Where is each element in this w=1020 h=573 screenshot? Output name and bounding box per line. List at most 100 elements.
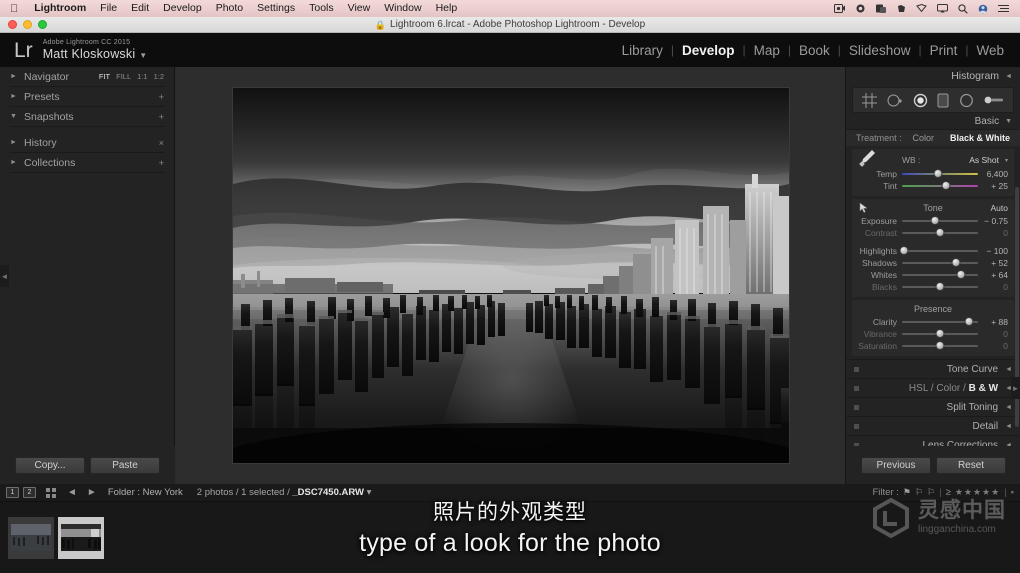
camera-icon[interactable]	[855, 4, 866, 13]
chevron-left-icon[interactable]: ◄	[1005, 366, 1012, 373]
chevron-down-icon[interactable]: ▾	[367, 487, 372, 498]
dropbox-icon[interactable]	[916, 4, 927, 13]
filmstrip-thumb-1[interactable]	[8, 516, 54, 559]
temp-value[interactable]: 6,400	[978, 169, 1008, 179]
adjustment-brush-icon[interactable]	[984, 94, 1004, 106]
section-toggle-dot[interactable]	[854, 423, 859, 429]
contrast-knob[interactable]	[935, 228, 945, 237]
slider-contrast[interactable]: Contrast 0	[858, 227, 1008, 239]
screen-2-badge[interactable]: 2	[23, 487, 36, 498]
vibrance-value[interactable]: 0	[978, 329, 1008, 339]
user-icon[interactable]	[978, 4, 988, 14]
selected-filename[interactable]: _DSC7450.ARW	[292, 487, 364, 498]
rating-stars[interactable]: ★★★★★	[955, 487, 1000, 498]
paste-button[interactable]: Paste	[90, 456, 160, 474]
flag-reject-icon[interactable]: ⚐	[927, 487, 935, 498]
graduated-filter-icon[interactable]	[937, 93, 949, 108]
menu-item-develop[interactable]: Develop	[156, 0, 209, 17]
color-label-icon[interactable]: ▪	[1011, 487, 1014, 498]
eyedropper-icon[interactable]	[856, 147, 878, 174]
whites-value[interactable]: + 64	[978, 270, 1008, 280]
section-toggle-dot[interactable]	[854, 366, 859, 372]
exposure-value[interactable]: − 0.75	[978, 216, 1008, 226]
close-icon[interactable]: ×	[159, 138, 164, 148]
menu-item-view[interactable]: View	[341, 0, 378, 17]
spot-removal-icon[interactable]	[887, 93, 903, 108]
module-map[interactable]: Map	[746, 43, 788, 58]
chevron-right-icon[interactable]: ►	[10, 139, 24, 146]
source-folder-label[interactable]: Folder : New York	[108, 487, 183, 498]
whites-track[interactable]	[902, 269, 978, 281]
chevron-left-icon[interactable]: ◄	[1005, 73, 1012, 80]
exposure-track[interactable]	[902, 215, 978, 227]
panel-history[interactable]: ► History ×	[10, 133, 164, 153]
shadows-value[interactable]: + 52	[978, 258, 1008, 268]
chevron-down-icon[interactable]: ▾	[1005, 157, 1008, 164]
tint-track[interactable]	[902, 180, 978, 192]
chevron-left-icon[interactable]: ◄	[1005, 404, 1012, 411]
shadows-knob[interactable]	[951, 258, 961, 267]
image-viewer[interactable]	[176, 67, 845, 484]
highlights-value[interactable]: − 100	[978, 246, 1008, 256]
tone-auto-button[interactable]: Auto	[991, 202, 1009, 215]
section-split-toning[interactable]: Split Toning ◄	[846, 397, 1020, 416]
menu-item-file[interactable]: File	[93, 0, 124, 17]
evernote-icon[interactable]	[897, 4, 906, 13]
temp-track[interactable]	[902, 168, 978, 180]
treatment-color-option[interactable]: Color	[912, 133, 934, 143]
module-print[interactable]: Print	[922, 43, 966, 58]
slider-shadows[interactable]: Shadows + 52	[858, 257, 1008, 269]
section-toggle-dot[interactable]	[854, 385, 859, 391]
blacks-value[interactable]: 0	[978, 282, 1008, 292]
module-library[interactable]: Library	[614, 43, 671, 58]
airplay-icon[interactable]	[937, 4, 948, 13]
clarity-knob[interactable]	[964, 317, 974, 326]
menu-item-photo[interactable]: Photo	[209, 0, 250, 17]
contrast-value[interactable]: 0	[978, 228, 1008, 238]
module-book[interactable]: Book	[791, 43, 838, 58]
exposure-knob[interactable]	[930, 216, 940, 225]
shadows-track[interactable]	[902, 257, 978, 269]
forward-arrow-icon[interactable]: ►	[87, 487, 97, 498]
navigator-mode-fill[interactable]: FILL	[116, 72, 131, 81]
vibrance-knob[interactable]	[935, 329, 945, 338]
module-develop[interactable]: Develop	[674, 43, 743, 58]
section-toggle-dot[interactable]	[854, 404, 859, 410]
chevron-down-icon[interactable]: ▼	[1005, 118, 1012, 125]
bw-label[interactable]: B & W	[969, 383, 998, 394]
menu-item-edit[interactable]: Edit	[124, 0, 156, 17]
chevron-right-icon[interactable]: ►	[10, 73, 24, 80]
slider-saturation[interactable]: Saturation 0	[858, 340, 1008, 352]
module-slideshow[interactable]: Slideshow	[841, 43, 919, 58]
saturation-value[interactable]: 0	[978, 341, 1008, 351]
highlights-track[interactable]	[899, 245, 978, 257]
menu-item-settings[interactable]: Settings	[250, 0, 302, 17]
tint-knob[interactable]	[941, 181, 951, 190]
highlights-knob[interactable]	[899, 246, 909, 255]
reset-button[interactable]: Reset	[936, 456, 1006, 474]
chevron-right-icon[interactable]: ►	[10, 93, 24, 100]
right-panel-collapse-arrow[interactable]: ►	[1011, 377, 1020, 399]
rating-operator[interactable]: ≥	[946, 487, 951, 498]
temp-knob[interactable]	[933, 169, 943, 178]
copy-button[interactable]: Copy...	[15, 456, 85, 474]
navigator-mode-1-1[interactable]: 1:1	[137, 72, 147, 81]
apple-icon[interactable]: 	[10, 3, 18, 15]
menu-item-lightroom[interactable]: Lightroom	[27, 0, 93, 17]
clarity-value[interactable]: + 88	[978, 317, 1008, 327]
hsl-label[interactable]: HSL	[909, 383, 928, 394]
contrast-track[interactable]	[902, 227, 978, 239]
panel-navigator[interactable]: ► Navigator FIT FILL 1:1 1:2	[10, 67, 164, 87]
clipboard-icon[interactable]	[876, 4, 887, 13]
plus-icon[interactable]: +	[159, 112, 164, 122]
slider-clarity[interactable]: Clarity + 88	[858, 316, 1008, 328]
chevron-left-icon[interactable]: ◄	[1005, 423, 1012, 430]
screen-1-badge[interactable]: 1	[6, 487, 19, 498]
slider-blacks[interactable]: Blacks 0	[858, 281, 1008, 293]
navigator-mode-1-2[interactable]: 1:2	[154, 72, 164, 81]
basic-section-header[interactable]: Basic ▼	[846, 113, 1020, 130]
filmstrip-thumb-2[interactable]	[58, 516, 104, 559]
plus-icon[interactable]: +	[159, 92, 164, 102]
flag-neutral-icon[interactable]: ⚐	[915, 487, 923, 498]
slider-whites[interactable]: Whites + 64	[858, 269, 1008, 281]
